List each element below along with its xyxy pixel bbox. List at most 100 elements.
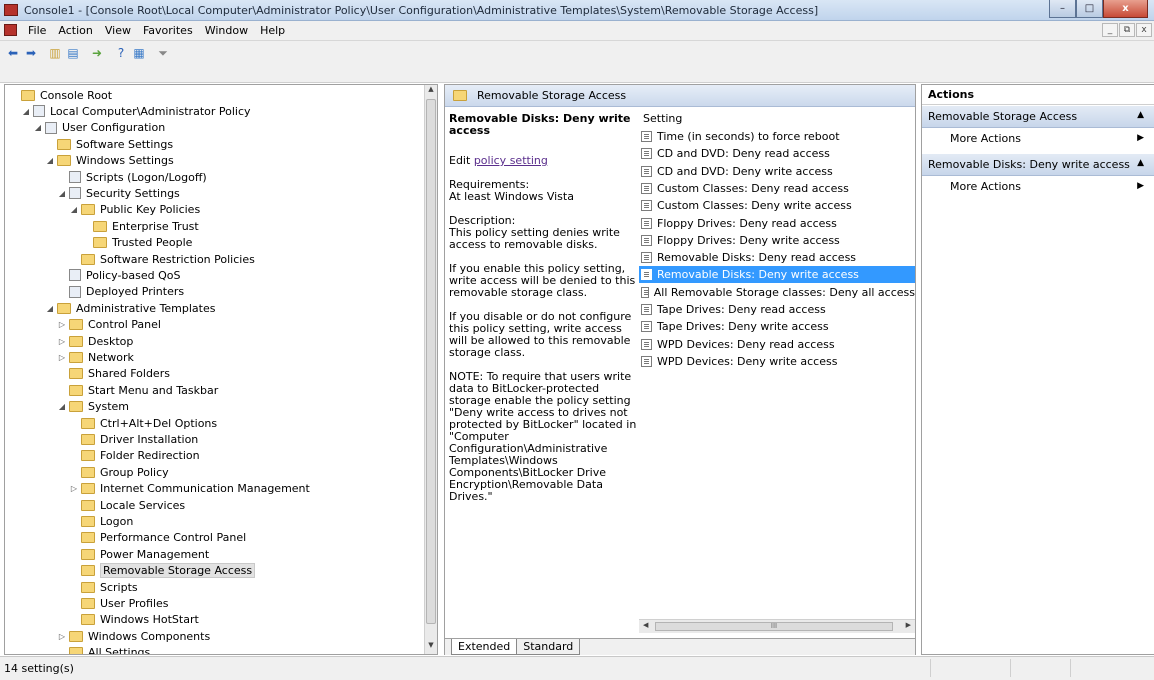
collapse-icon[interactable]: ◢ xyxy=(57,189,67,198)
show-hide-action-icon[interactable]: ▦ xyxy=(130,45,148,61)
menu-help[interactable]: Help xyxy=(254,24,291,37)
setting-row[interactable]: Tape Drives: Deny read access xyxy=(639,301,915,318)
tree-node[interactable]: ▷ Internet Communication Management xyxy=(69,481,310,497)
tree-node[interactable]: Folder Redirection xyxy=(69,448,200,464)
collapse-icon[interactable]: ◢ xyxy=(69,205,79,214)
tree-node[interactable]: Driver Installation xyxy=(69,431,198,447)
tree-scrollbar[interactable]: ▲ ▼ xyxy=(424,85,437,654)
setting-row[interactable]: WPD Devices: Deny write access xyxy=(639,353,915,370)
tab-extended[interactable]: Extended xyxy=(451,639,518,655)
tree-node[interactable]: Start Menu and Taskbar xyxy=(57,382,218,398)
tree-node[interactable]: ▷ Windows Components xyxy=(57,628,210,644)
setting-row[interactable]: CD and DVD: Deny write access xyxy=(639,163,915,180)
expand-icon[interactable]: ▷ xyxy=(57,353,67,362)
help-icon[interactable]: ? xyxy=(112,45,130,61)
minimize-button[interactable]: – xyxy=(1049,0,1076,18)
setting-row[interactable]: CD and DVD: Deny read access xyxy=(639,145,915,162)
scroll-right-icon[interactable]: ▶ xyxy=(906,621,911,629)
maximize-button[interactable]: □ xyxy=(1076,0,1103,18)
tree-node[interactable]: User Profiles xyxy=(69,595,169,611)
scroll-down-icon[interactable]: ▼ xyxy=(425,641,437,654)
tree-node[interactable]: Logon xyxy=(69,513,133,529)
tree-node[interactable]: ▷ Desktop xyxy=(57,333,133,349)
expand-icon[interactable]: ▷ xyxy=(57,337,67,346)
actions-section-storage[interactable]: Removable Storage Access ▲ xyxy=(922,106,1154,128)
setting-row[interactable]: Floppy Drives: Deny write access xyxy=(639,232,915,249)
back-icon[interactable]: ⬅ xyxy=(4,45,22,61)
export-icon[interactable]: ➜ xyxy=(88,45,106,61)
scroll-left-icon[interactable]: ◀ xyxy=(643,621,648,629)
setting-row[interactable]: Time (in seconds) to force reboot xyxy=(639,128,915,145)
menu-view[interactable]: View xyxy=(99,24,137,37)
settings-hscroll[interactable]: ◀ III ▶ xyxy=(639,619,915,633)
tree-node[interactable]: Trusted People xyxy=(81,235,192,251)
tree-node[interactable]: Windows HotStart xyxy=(69,612,199,628)
collapse-icon[interactable]: ▲ xyxy=(1137,110,1144,120)
collapse-icon[interactable]: ◢ xyxy=(57,402,67,411)
tree-node[interactable]: ▷ Network xyxy=(57,349,134,365)
expand-icon[interactable]: ▷ xyxy=(57,320,67,329)
expand-icon[interactable]: ▷ xyxy=(57,632,67,641)
tree-node[interactable]: Removable Storage Access xyxy=(69,563,256,579)
tree-node[interactable]: Scripts (Logon/Logoff) xyxy=(57,169,207,185)
collapse-icon[interactable]: ◢ xyxy=(45,156,55,165)
tree-node[interactable]: Group Policy xyxy=(69,464,169,480)
tree-node[interactable]: ◢ Security Settings xyxy=(57,185,180,201)
collapse-icon[interactable]: ◢ xyxy=(45,304,55,313)
setting-row[interactable]: Tape Drives: Deny write access xyxy=(639,318,915,335)
tree-node[interactable]: Enterprise Trust xyxy=(81,218,199,234)
tree-node[interactable]: ◢ Local Computer\Administrator Policy xyxy=(21,103,251,119)
up-folder-icon[interactable]: ▥ xyxy=(46,45,64,61)
hscroll-thumb[interactable]: III xyxy=(655,622,893,631)
column-header-setting[interactable]: Setting xyxy=(639,112,915,128)
show-hide-tree-icon[interactable]: ▤ xyxy=(64,45,82,61)
close-button[interactable]: x xyxy=(1103,0,1148,18)
forward-icon[interactable]: ➡ xyxy=(22,45,40,61)
setting-row[interactable]: Removable Disks: Deny read access xyxy=(639,249,915,266)
actions-section-setting[interactable]: Removable Disks: Deny write access ▲ xyxy=(922,154,1154,176)
menu-window[interactable]: Window xyxy=(199,24,254,37)
tree-node[interactable]: Performance Control Panel xyxy=(69,530,246,546)
tree-node[interactable]: Software Restriction Policies xyxy=(69,251,255,267)
tree-node[interactable]: Deployed Printers xyxy=(57,284,184,300)
tree-node[interactable]: Scripts xyxy=(69,579,138,595)
setting-row[interactable]: Floppy Drives: Deny read access xyxy=(639,215,915,232)
policy-setting-link[interactable]: policy setting xyxy=(474,154,548,167)
scroll-up-icon[interactable]: ▲ xyxy=(425,85,437,98)
tree-node[interactable]: Locale Services xyxy=(69,497,185,513)
setting-row[interactable]: Removable Disks: Deny write access xyxy=(639,266,915,284)
collapse-icon[interactable]: ▲ xyxy=(1137,158,1144,168)
collapse-icon[interactable]: ◢ xyxy=(21,107,31,116)
mdi-minimize-button[interactable]: _ xyxy=(1102,23,1118,37)
tree-node[interactable]: Ctrl+Alt+Del Options xyxy=(69,415,217,431)
menu-file[interactable]: File xyxy=(22,24,52,37)
collapse-icon[interactable]: ◢ xyxy=(33,123,43,132)
setting-row[interactable]: Custom Classes: Deny write access xyxy=(639,197,915,214)
tree-node[interactable]: ◢ Public Key Policies xyxy=(69,202,200,218)
scroll-thumb[interactable] xyxy=(426,99,436,624)
mdi-close-button[interactable]: x xyxy=(1136,23,1152,37)
tree-node[interactable]: Shared Folders xyxy=(57,366,170,382)
menu-action[interactable]: Action xyxy=(52,24,98,37)
filter-icon[interactable]: ⏷ xyxy=(154,45,172,61)
document-icon[interactable] xyxy=(4,24,17,36)
more-actions-storage[interactable]: More Actions ▶ xyxy=(922,130,1154,148)
tree-node[interactable]: Policy-based QoS xyxy=(57,267,181,283)
mdi-restore-button[interactable]: ⧉ xyxy=(1119,23,1135,37)
tree-node[interactable]: ◢ User Configuration xyxy=(33,120,165,136)
tree-node[interactable]: ◢ Windows Settings xyxy=(45,153,174,169)
tree-node[interactable]: Software Settings xyxy=(45,136,173,152)
tab-standard[interactable]: Standard xyxy=(516,639,581,655)
tree-node[interactable]: All Settings xyxy=(57,645,150,654)
setting-row[interactable]: All Removable Storage classes: Deny all … xyxy=(639,284,915,301)
tree-node[interactable]: ▷ Control Panel xyxy=(57,317,161,333)
tree-node[interactable]: Power Management xyxy=(69,546,209,562)
setting-row[interactable]: Custom Classes: Deny read access xyxy=(639,180,915,197)
setting-row[interactable]: WPD Devices: Deny read access xyxy=(639,336,915,353)
tree-node[interactable]: ◢ Administrative Templates xyxy=(45,300,216,316)
mmc-app-icon[interactable] xyxy=(4,4,18,16)
expand-icon[interactable]: ▷ xyxy=(69,484,79,493)
tree-node[interactable]: Console Root xyxy=(9,87,112,103)
more-actions-setting[interactable]: More Actions ▶ xyxy=(922,178,1154,196)
tree-node[interactable]: ◢ System xyxy=(57,399,129,415)
